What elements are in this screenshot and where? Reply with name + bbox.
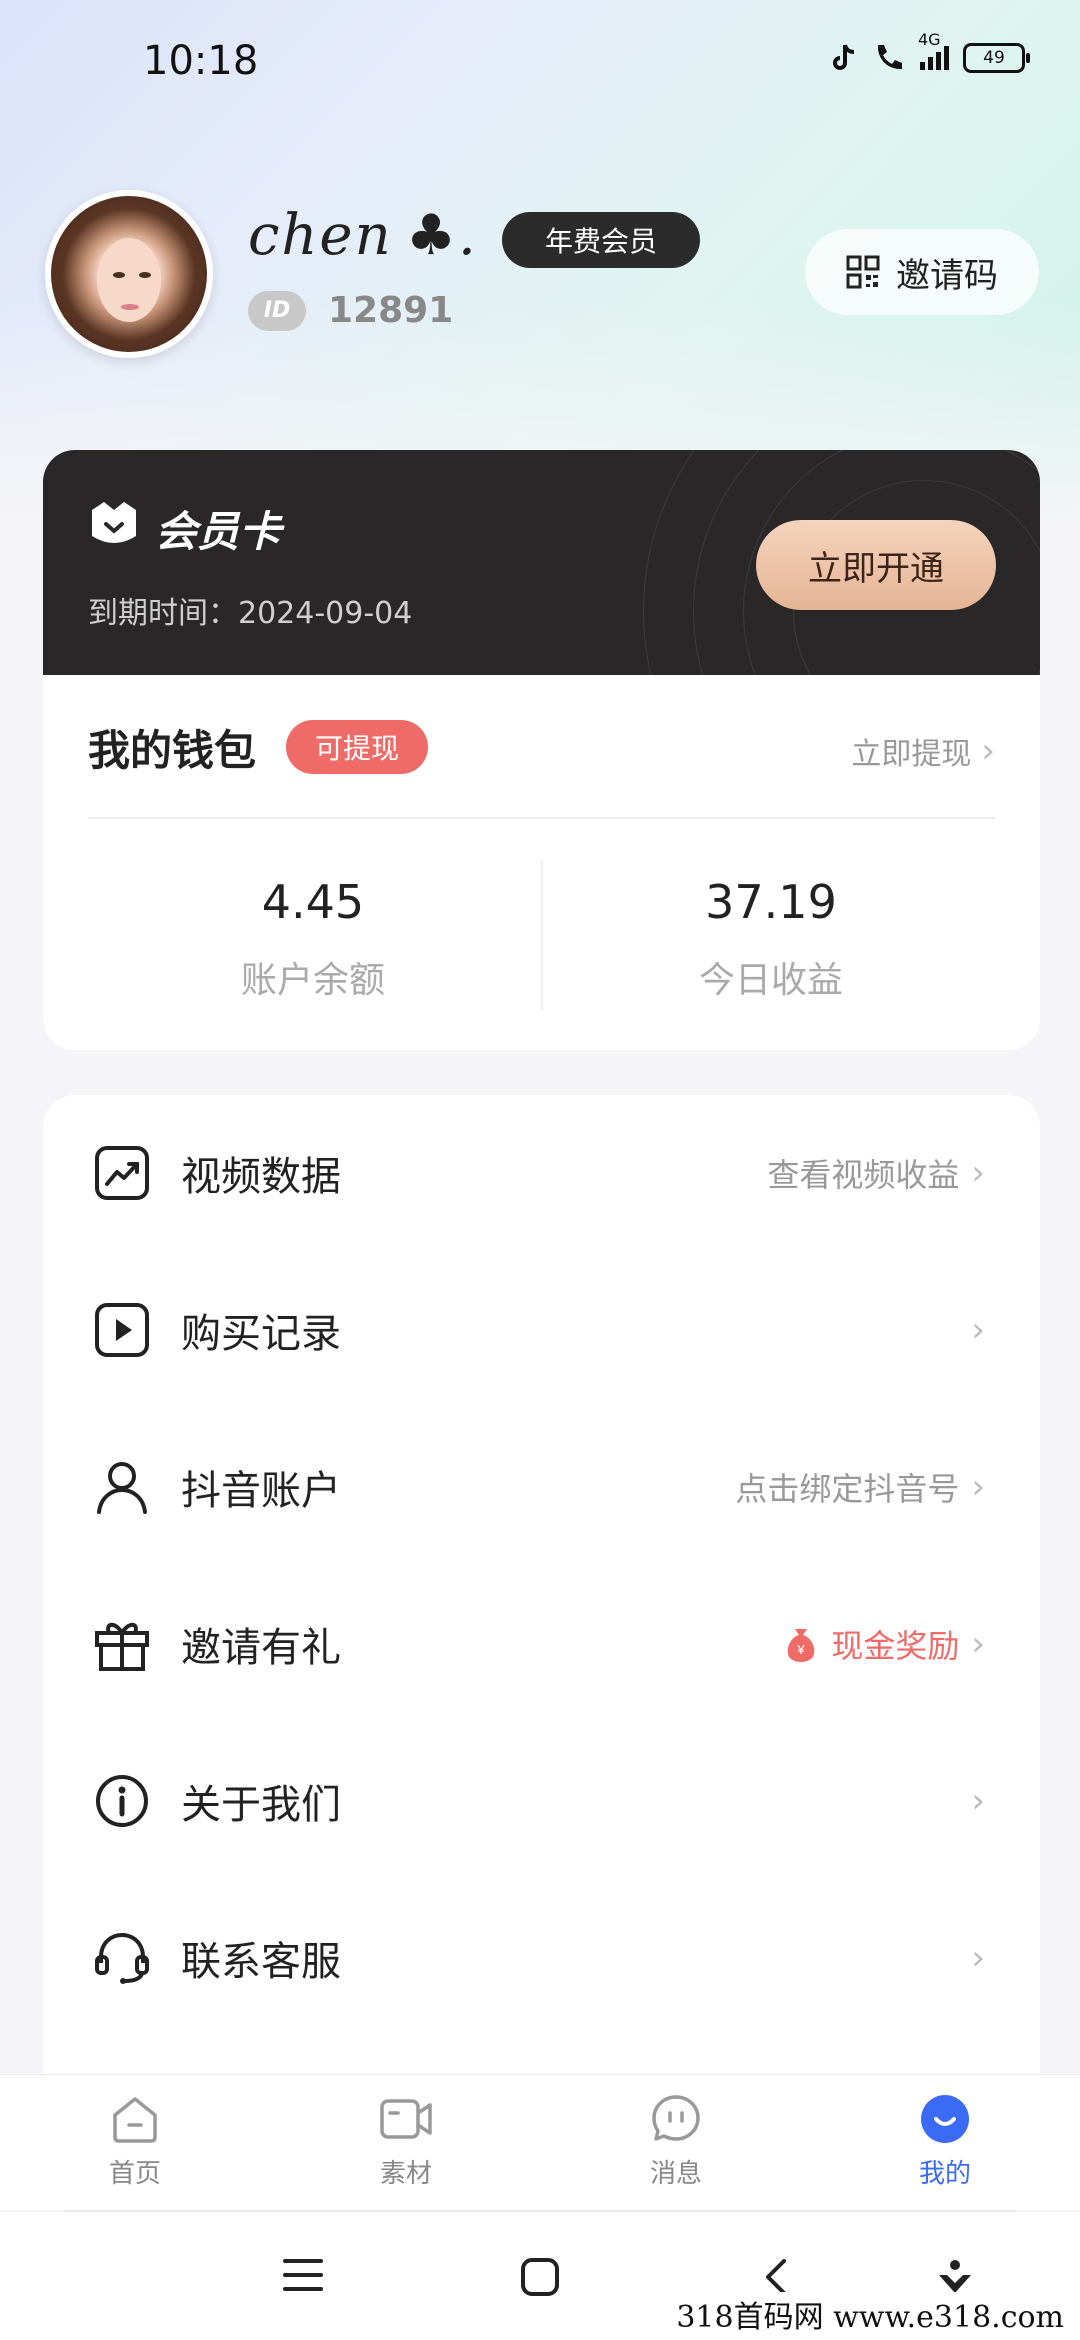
signal-indicator: 4G [918, 30, 949, 70]
member-crown-icon [92, 502, 136, 543]
home-button-icon[interactable] [520, 2257, 560, 2297]
avatar-eye [113, 272, 125, 278]
menu-list: 视频数据 查看视频收益 › 购买记录 › 抖音账户 点击绑定抖音号 › 邀请有礼 ¥… [43, 1095, 1040, 2085]
chevron-right-icon: › [971, 1467, 985, 1507]
tab-home[interactable]: 首页 [65, 2093, 205, 2190]
menu-item-hint: › [971, 1938, 985, 1978]
info-icon [96, 1775, 148, 1827]
money-bag-icon: ¥ [788, 1629, 815, 1662]
message-icon [652, 2095, 700, 2141]
chevron-right-icon: › [971, 1938, 985, 1978]
signal-bar [928, 57, 933, 70]
member-card-title: 会员卡 [155, 507, 282, 556]
svg-text:¥: ¥ [797, 1642, 806, 1657]
signal-bar [936, 52, 941, 70]
member-card: 会员卡 到期时间：2024-09-04 立即开通 [43, 450, 1040, 690]
user-id-row: ID 12891 [248, 290, 453, 331]
wallet-card: 我的钱包 可提现 立即提现 › 4.45 账户余额 37.19 今日收益 [43, 675, 1040, 1050]
menu-item-label: 关于我们 [181, 1782, 341, 1828]
phone-hd-icon [877, 45, 902, 70]
menu-item-hint: 点击绑定抖音号 › [735, 1464, 985, 1510]
avatar-lip [121, 304, 139, 310]
chevron-right-icon: › [971, 1781, 985, 1821]
play-icon [95, 1303, 149, 1357]
withdraw-now-link[interactable]: 立即提现 › [851, 729, 995, 773]
user-icon [97, 1462, 147, 1514]
vip-badge: 年费会员 [502, 212, 700, 268]
home-icon [113, 2097, 157, 2143]
wallet-title: 我的钱包 [88, 726, 257, 775]
qr-code-icon [846, 255, 880, 289]
gift-icon [95, 1622, 149, 1671]
menu-item-hint-text: 现金奖励 [831, 1627, 960, 1665]
today-earnings-label: 今日收益 [698, 960, 843, 1001]
signal-bar [944, 46, 949, 70]
back-icon[interactable] [762, 2257, 790, 2297]
network-type: 4G [918, 30, 941, 49]
menu-item-label: 购买记录 [181, 1311, 341, 1357]
tab-label: 我的 [918, 2159, 971, 2189]
signal-bar [920, 62, 925, 70]
status-time: 10:18 [143, 38, 259, 84]
invite-code-button[interactable]: 邀请码 [805, 229, 1039, 315]
watermark: 318首码网 www.e318.com [670, 2292, 1070, 2336]
tab-messages[interactable]: 消息 [606, 2093, 746, 2190]
today-earnings-value: 37.19 [705, 875, 837, 929]
menu-item-hint: 查看视频收益 › [767, 1150, 985, 1196]
menu-icon[interactable] [283, 2257, 323, 2293]
open-membership-button[interactable]: 立即开通 [756, 520, 996, 610]
status-bar: 10:18 4G 49 [0, 0, 1080, 125]
menu-item-hint: › [971, 1310, 985, 1350]
divider [88, 817, 995, 819]
assistant-icon[interactable] [935, 2257, 975, 2297]
menu-item-video-data[interactable]: 视频数据 查看视频收益 › [43, 1095, 1040, 1251]
balance-value: 4.45 [261, 875, 365, 929]
battery-icon: 49 [963, 43, 1030, 73]
chevron-right-icon: › [971, 1153, 985, 1193]
menu-item-label: 视频数据 [181, 1154, 341, 1200]
trend-chart-icon [95, 1146, 149, 1200]
menu-item-hint: ¥ 现金奖励 › [783, 1621, 985, 1667]
menu-item-hint-text: 查看视频收益 [767, 1156, 960, 1194]
balance-label: 账户余额 [240, 960, 385, 1001]
menu-item-hint-text: 点击绑定抖音号 [735, 1470, 960, 1508]
expire-date: 到期时间：2024-09-04 [88, 596, 413, 631]
chevron-right-icon: › [971, 1624, 985, 1664]
menu-item-purchase-records[interactable]: 购买记录 › [43, 1252, 1040, 1408]
tab-mine[interactable]: 我的 [875, 2093, 1015, 2190]
tab-materials[interactable]: 素材 [336, 2093, 476, 2190]
menu-item-label: 联系客服 [181, 1939, 341, 1985]
user-id: 12891 [328, 290, 454, 331]
menu-item-label: 抖音账户 [181, 1468, 341, 1514]
id-tag: ID [248, 290, 306, 331]
bottom-tab-bar: 首页 素材 消息 我的 [0, 2075, 1080, 2210]
menu-item-hint: › [971, 1781, 985, 1821]
today-earnings-stat[interactable]: 37.19 今日收益 [543, 875, 999, 1003]
menu-item-invite-rewards[interactable]: 邀请有礼 ¥ 现金奖励 › [43, 1566, 1040, 1722]
avatar[interactable] [45, 190, 213, 358]
battery-level: 49 [983, 48, 1005, 68]
username: chen ♣. [248, 203, 478, 268]
menu-item-about-us[interactable]: 关于我们 › [43, 1723, 1040, 1879]
withdrawable-tag: 可提现 [286, 720, 428, 774]
headset-icon [95, 1932, 149, 1984]
system-nav-bar: 318首码网 www.e318.com [0, 2212, 1080, 2340]
status-icons: 4G 49 [830, 30, 1030, 74]
menu-item-customer-service[interactable]: 联系客服 › [43, 1880, 1040, 2036]
balance-stat[interactable]: 4.45 账户余额 [85, 875, 541, 1003]
invite-code-label: 邀请码 [896, 255, 998, 296]
tab-label: 素材 [379, 2159, 432, 2189]
avatar-eye [139, 272, 151, 278]
withdraw-now-label: 立即提现 [851, 737, 972, 772]
chevron-right-icon: › [971, 1310, 985, 1350]
profile-icon [921, 2095, 969, 2143]
chevron-right-icon: › [981, 731, 995, 771]
tab-label: 首页 [108, 2159, 161, 2189]
tiktok-icon [833, 44, 855, 70]
menu-item-label: 邀请有礼 [181, 1625, 341, 1671]
tab-label: 消息 [649, 2159, 702, 2189]
video-icon [380, 2099, 432, 2139]
menu-item-douyin-account[interactable]: 抖音账户 点击绑定抖音号 › [43, 1409, 1040, 1565]
